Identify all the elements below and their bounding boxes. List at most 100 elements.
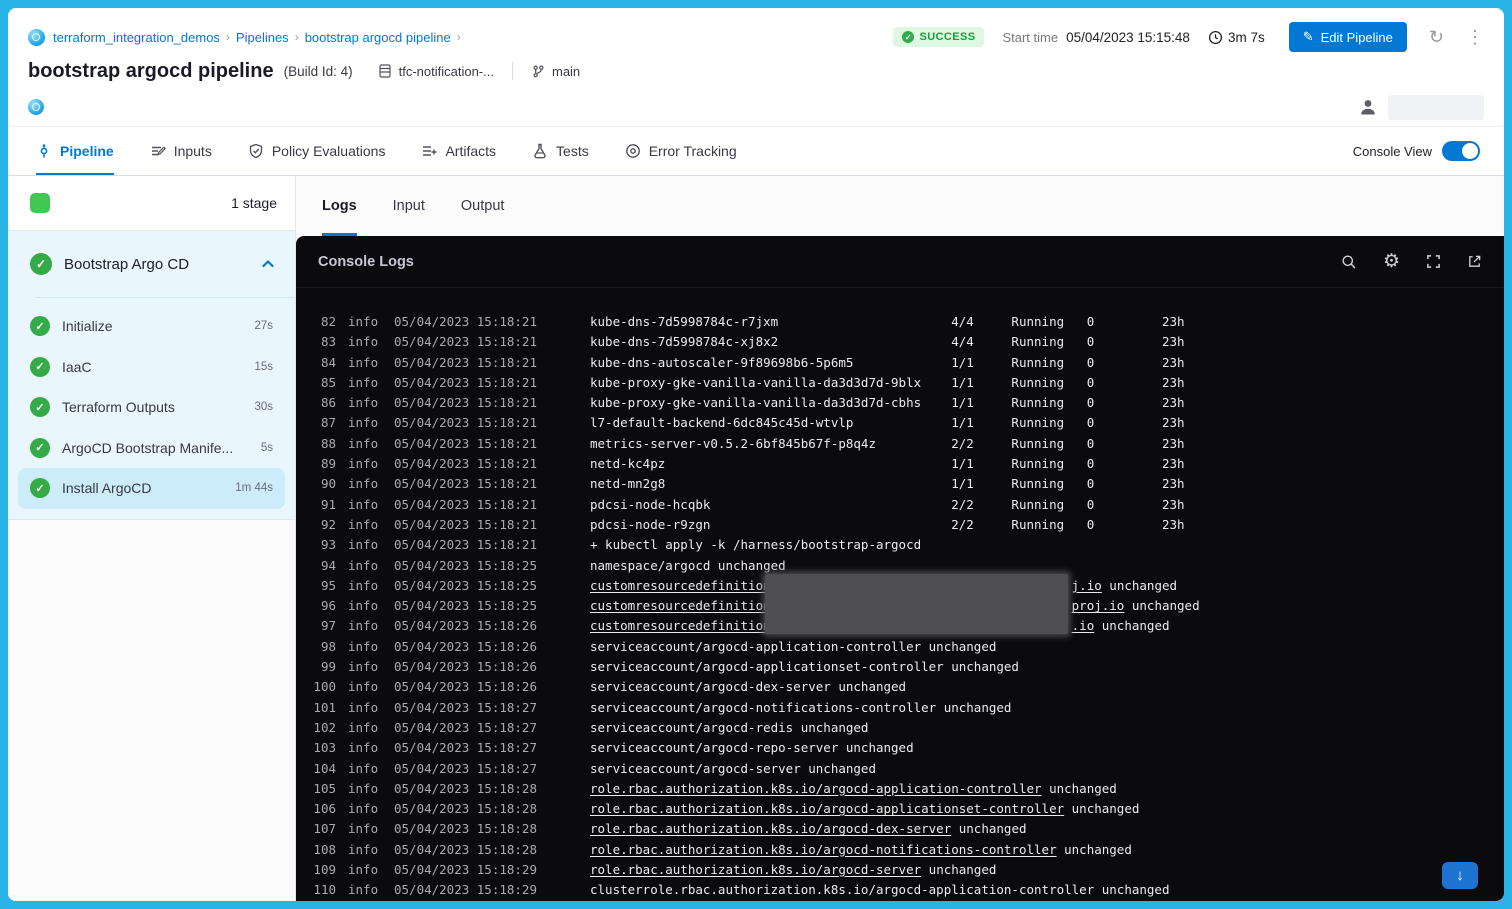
log-level: info <box>348 495 384 515</box>
step-row[interactable]: ✓IaaC15s <box>18 347 285 388</box>
log-level: info <box>348 819 384 839</box>
log-level: info <box>348 373 384 393</box>
gear-icon[interactable]: ⚙ <box>1383 252 1400 271</box>
log-link[interactable]: role.rbac.authorization.k8s.io/argocd-ap… <box>590 781 1042 796</box>
log-message: serviceaccount/argocd-applicationset-con… <box>590 657 1019 677</box>
log-message: serviceaccount/argocd-redis unchanged <box>590 718 868 738</box>
start-time-label: Start time <box>1002 30 1058 45</box>
log-link[interactable]: customresourcedefinition <box>590 618 771 633</box>
log-timestamp: 05/04/2023 15:18:25 <box>394 596 544 616</box>
log-line-number: 106 <box>310 799 336 819</box>
log-text: unchanged <box>1064 801 1139 816</box>
user-avatar-icon[interactable] <box>1358 97 1378 117</box>
log-timestamp: 05/04/2023 15:18:21 <box>394 413 544 433</box>
console-view-toggle[interactable] <box>1442 141 1480 161</box>
log-line: 83info05/04/2023 15:18:21kube-dns-7d5998… <box>310 332 1504 352</box>
log-link[interactable]: role.rbac.authorization.k8s.io/argocd-ap… <box>590 801 1064 816</box>
log-link[interactable]: role.rbac.authorization.k8s.io/argocd-de… <box>590 821 951 836</box>
page-title: bootstrap argocd pipeline <box>28 60 274 83</box>
log-tab-logs[interactable]: Logs <box>322 176 357 236</box>
log-line: 107info05/04/2023 15:18:28role.rbac.auth… <box>310 819 1504 839</box>
breadcrumb-link[interactable]: bootstrap argocd pipeline <box>305 30 451 45</box>
log-timestamp: 05/04/2023 15:18:26 <box>394 637 544 657</box>
open-in-new-icon[interactable] <box>1467 254 1482 269</box>
step-row[interactable]: ✓Install ArgoCD1m 44s <box>18 468 285 509</box>
tab-inputs[interactable]: Inputs <box>150 127 212 175</box>
log-level: info <box>348 312 384 332</box>
breadcrumb: terraform_integration_demos›Pipelines›bo… <box>53 30 461 45</box>
log-tab-input[interactable]: Input <box>393 176 425 236</box>
log-line: 106info05/04/2023 15:18:28role.rbac.auth… <box>310 799 1504 819</box>
step-name: Install ArgoCD <box>62 480 223 496</box>
tab-tests[interactable]: Tests <box>532 127 589 175</box>
log-line: 108info05/04/2023 15:18:28role.rbac.auth… <box>310 840 1504 860</box>
search-icon[interactable] <box>1341 254 1357 270</box>
log-message: serviceaccount/argocd-server unchanged <box>590 759 876 779</box>
log-timestamp: 05/04/2023 15:18:26 <box>394 677 544 697</box>
log-line-number: 108 <box>310 840 336 860</box>
log-line: 102info05/04/2023 15:18:27serviceaccount… <box>310 718 1504 738</box>
log-link[interactable]: role.rbac.authorization.k8s.io/argocd-no… <box>590 842 1057 857</box>
log-level: info <box>348 698 384 718</box>
chevron-up-icon[interactable] <box>261 257 275 271</box>
log-link[interactable]: j.io <box>1072 578 1102 593</box>
log-link[interactable]: customresourcedefinition <box>590 578 771 593</box>
log-tab-output[interactable]: Output <box>461 176 505 236</box>
log-level: info <box>348 677 384 697</box>
error-tracking-icon <box>625 143 641 159</box>
tab-label: Inputs <box>174 143 212 159</box>
console-panel: Console Logs ⚙ 82info05/04/2023 15:18:21… <box>296 236 1504 901</box>
step-row[interactable]: ✓Terraform Outputs30s <box>18 387 285 428</box>
tab-pipeline[interactable]: Pipeline <box>36 127 114 175</box>
step-row[interactable]: ✓Initialize27s <box>18 306 285 347</box>
log-line-number: 86 <box>310 393 336 413</box>
log-link[interactable]: role.rbac.authorization.k8s.io/argocd-se… <box>590 862 921 877</box>
log-level: info <box>348 880 384 900</box>
check-circle-icon: ✓ <box>902 31 914 43</box>
log-timestamp: 05/04/2023 15:18:29 <box>394 860 544 880</box>
repo-selector[interactable]: tfc-notification-... <box>377 63 494 79</box>
breadcrumb-link[interactable]: terraform_integration_demos <box>53 30 220 45</box>
tab-artifacts[interactable]: Artifacts <box>421 127 496 175</box>
start-time-value: 05/04/2023 15:15:48 <box>1066 30 1190 45</box>
favicon-logo-icon <box>28 99 44 115</box>
log-message: netd-kc4pz 1/1 Running 0 23h <box>590 454 1185 474</box>
refresh-icon[interactable]: ↻ <box>1429 28 1444 46</box>
build-id: (Build Id: 4) <box>284 64 353 79</box>
log-message: pdcsi-node-hcqbk 2/2 Running 0 23h <box>590 495 1185 515</box>
log-line: 94info05/04/2023 15:18:25namespace/argoc… <box>310 556 1504 576</box>
breadcrumb-link[interactable]: Pipelines <box>236 30 289 45</box>
log-level: info <box>348 779 384 799</box>
tab-error-tracking[interactable]: Error Tracking <box>625 127 737 175</box>
stage-header[interactable]: ✓ Bootstrap Argo CD <box>8 231 295 297</box>
log-level: info <box>348 454 384 474</box>
log-timestamp: 05/04/2023 15:18:29 <box>394 880 544 900</box>
log-text: unchanged <box>1057 842 1132 857</box>
log-link[interactable]: customresourcedefinition <box>590 598 771 613</box>
pencil-icon: ✎ <box>1303 29 1314 45</box>
kebab-menu-icon[interactable]: ⋮ <box>1466 28 1484 46</box>
log-timestamp: 05/04/2023 15:18:27 <box>394 738 544 758</box>
tab-policy-evaluations[interactable]: Policy Evaluations <box>248 127 386 175</box>
edit-pipeline-button[interactable]: ✎ Edit Pipeline <box>1289 22 1407 52</box>
log-line-number: 104 <box>310 759 336 779</box>
step-row[interactable]: ✓ArgoCD Bootstrap Manife...5s <box>18 428 285 469</box>
log-level: info <box>348 738 384 758</box>
log-line-number: 92 <box>310 515 336 535</box>
log-line-number: 96 <box>310 596 336 616</box>
log-text: unchanged <box>921 862 996 877</box>
console-title: Console Logs <box>318 254 414 270</box>
branch-selector[interactable]: main <box>531 64 580 79</box>
scroll-to-bottom-button[interactable]: ↓ <box>1442 862 1478 889</box>
log-link[interactable]: proj.io <box>1072 598 1125 613</box>
log-message: role.rbac.authorization.k8s.io/argocd-ap… <box>590 779 1117 799</box>
page-header: terraform_integration_demos›Pipelines›bo… <box>8 8 1504 126</box>
log-level: info <box>348 576 384 596</box>
fullscreen-icon[interactable] <box>1426 254 1441 269</box>
stage-section: ✓ Bootstrap Argo CD ✓Initialize27s✓IaaC1… <box>8 231 295 520</box>
log-line: 93info05/04/2023 15:18:21+ kubectl apply… <box>310 535 1504 555</box>
log-line-number: 109 <box>310 860 336 880</box>
sidebar-empty-area <box>8 520 295 902</box>
log-timestamp: 05/04/2023 15:18:28 <box>394 819 544 839</box>
log-link[interactable]: .io <box>1072 618 1095 633</box>
